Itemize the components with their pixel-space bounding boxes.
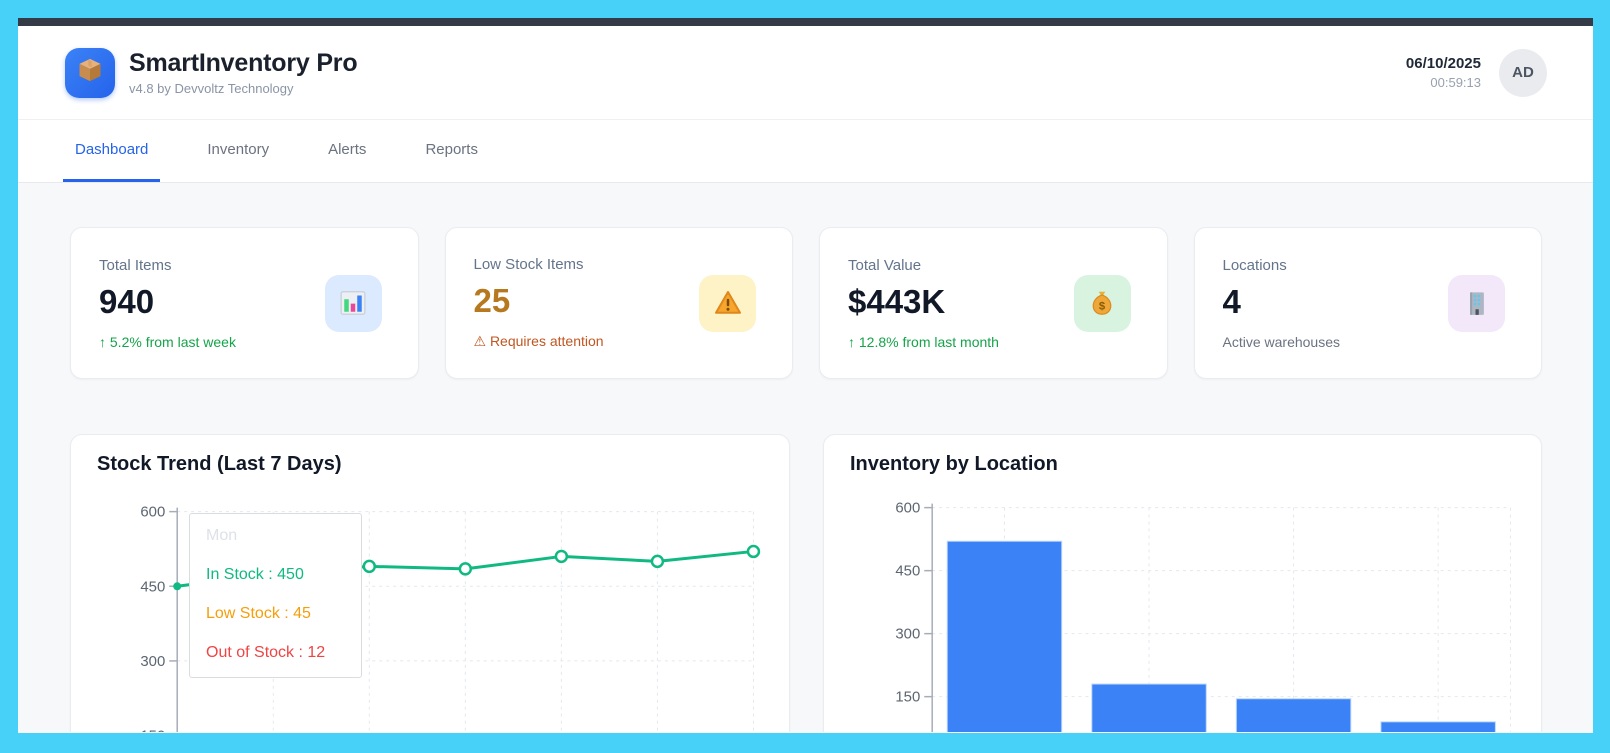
data-point bbox=[173, 582, 181, 590]
brand-text: SmartInventory Pro v4.8 by Devvoltz Tech… bbox=[129, 49, 357, 96]
top-strip bbox=[18, 18, 1593, 26]
app-subtitle: v4.8 by Devvoltz Technology bbox=[129, 81, 357, 96]
nav-tabs: Dashboard Inventory Alerts Reports bbox=[18, 120, 1593, 183]
tooltip-out-of-stock: Out of Stock : 12 bbox=[206, 644, 345, 662]
charts-row: Stock Trend (Last 7 Days) 600450300150 M… bbox=[70, 434, 1542, 732]
inventory-bar-chart[interactable]: 600 450 300 150 bbox=[824, 435, 1541, 732]
app-header: SmartInventory Pro v4.8 by Devvoltz Tech… bbox=[18, 26, 1593, 120]
bar-chart-icon bbox=[325, 275, 382, 332]
stat-delta: Active warehouses bbox=[1223, 334, 1341, 350]
tab-dashboard[interactable]: Dashboard bbox=[63, 120, 160, 182]
data-point bbox=[652, 556, 663, 567]
office-building-icon bbox=[1448, 275, 1505, 332]
bar bbox=[1381, 722, 1495, 732]
tab-reports[interactable]: Reports bbox=[413, 120, 490, 182]
header-right: 06/10/2025 00:59:13 AD bbox=[1406, 49, 1547, 97]
tooltip-title: Mon bbox=[206, 527, 345, 545]
svg-text:300: 300 bbox=[140, 653, 165, 670]
stat-card-locations: Locations 4 Active warehouses bbox=[1194, 227, 1543, 379]
svg-text:450: 450 bbox=[140, 578, 165, 595]
svg-text:150: 150 bbox=[140, 728, 165, 732]
svg-text:150: 150 bbox=[895, 689, 920, 706]
stat-value: 4 bbox=[1223, 283, 1341, 321]
brand: SmartInventory Pro v4.8 by Devvoltz Tech… bbox=[65, 48, 357, 98]
stat-value: 940 bbox=[99, 283, 236, 321]
package-icon bbox=[76, 56, 104, 89]
stat-card-total-value: Total Value $443K ↑ 12.8% from last mont… bbox=[819, 227, 1168, 379]
stat-value: $443K bbox=[848, 283, 999, 321]
app-window: SmartInventory Pro v4.8 by Devvoltz Tech… bbox=[18, 26, 1593, 733]
stats-row: Total Items 940 ↑ 5.2% from last week Lo… bbox=[70, 227, 1542, 379]
avatar[interactable]: AD bbox=[1499, 49, 1547, 97]
stat-label: Locations bbox=[1223, 257, 1341, 274]
tooltip-low-stock: Low Stock : 45 bbox=[206, 605, 345, 623]
dashboard-content: Total Items 940 ↑ 5.2% from last week Lo… bbox=[18, 183, 1593, 732]
chart-tooltip: Mon In Stock : 450 Low Stock : 45 Out of… bbox=[189, 513, 362, 678]
tooltip-in-stock: In Stock : 450 bbox=[206, 566, 345, 584]
app-logo bbox=[65, 48, 115, 98]
page-title: SmartInventory Pro bbox=[129, 49, 357, 78]
data-point bbox=[556, 551, 567, 562]
data-point bbox=[748, 546, 759, 557]
stat-info: Locations 4 Active warehouses bbox=[1223, 257, 1341, 350]
stat-card-total-items: Total Items 940 ↑ 5.2% from last week bbox=[70, 227, 419, 379]
data-point bbox=[460, 563, 471, 574]
tab-inventory[interactable]: Inventory bbox=[195, 120, 281, 182]
bar bbox=[1236, 699, 1350, 732]
date-label: 06/10/2025 bbox=[1406, 55, 1481, 72]
bar-chart-plot: 600 450 300 150 bbox=[895, 500, 1510, 732]
stat-delta: ↑ 12.8% from last month bbox=[848, 334, 999, 350]
stat-label: Total Items bbox=[99, 257, 236, 274]
svg-text:450: 450 bbox=[895, 563, 920, 580]
stat-label: Low Stock Items bbox=[474, 256, 604, 273]
svg-text:$: $ bbox=[1099, 300, 1106, 312]
money-bag-icon: $ bbox=[1074, 275, 1131, 332]
svg-text:600: 600 bbox=[140, 504, 165, 521]
svg-text:300: 300 bbox=[895, 626, 920, 643]
warning-icon bbox=[699, 275, 756, 332]
data-point bbox=[364, 561, 375, 572]
stock-trend-card: Stock Trend (Last 7 Days) 600450300150 M… bbox=[70, 434, 790, 732]
inventory-by-location-card: Inventory by Location 600450300150 bbox=[823, 434, 1542, 732]
stat-info: Total Value $443K ↑ 12.8% from last mont… bbox=[848, 257, 999, 350]
stat-info: Low Stock Items 25 ⚠ Requires attention bbox=[474, 256, 604, 350]
stat-label: Total Value bbox=[848, 257, 999, 274]
bar bbox=[1092, 684, 1206, 732]
datetime: 06/10/2025 00:59:13 bbox=[1406, 55, 1481, 90]
stat-delta: ⚠ Requires attention bbox=[474, 333, 604, 350]
svg-text:600: 600 bbox=[895, 500, 920, 517]
stat-value: 25 bbox=[474, 282, 604, 320]
tab-alerts[interactable]: Alerts bbox=[316, 120, 378, 182]
stat-delta: ↑ 5.2% from last week bbox=[99, 334, 236, 350]
time-label: 00:59:13 bbox=[1406, 75, 1481, 90]
stat-card-low-stock: Low Stock Items 25 ⚠ Requires attention bbox=[445, 227, 794, 379]
bar bbox=[947, 541, 1061, 732]
stock-trend-line-chart[interactable]: 600 450 300 150 bbox=[71, 435, 789, 732]
stat-info: Total Items 940 ↑ 5.2% from last week bbox=[99, 257, 236, 350]
